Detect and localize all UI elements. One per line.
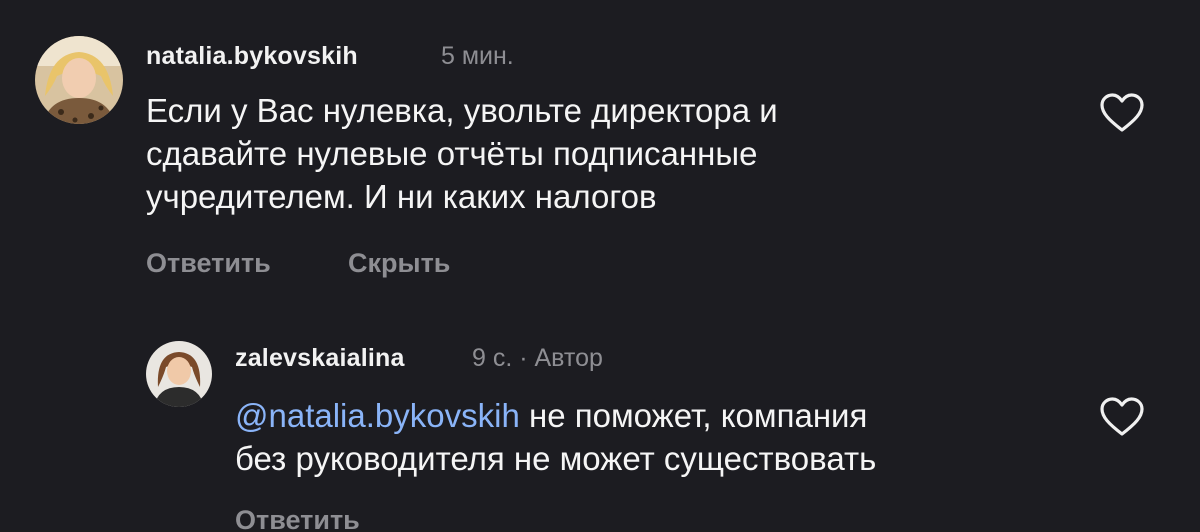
reply-username[interactable]: zalevskaialina: [235, 344, 405, 373]
user-photo-icon: [35, 36, 123, 124]
reply-line: @natalia.bykovskih не поможет, компания: [235, 394, 876, 437]
reply-body: @natalia.bykovskih не поможет, компания …: [235, 394, 876, 480]
mention-link[interactable]: @natalia.bykovskih: [235, 397, 520, 434]
user-photo-icon: [146, 341, 212, 407]
like-button[interactable]: [1099, 396, 1145, 438]
like-button[interactable]: [1099, 92, 1145, 134]
reply-meta: 9 с. · Автор: [472, 344, 603, 372]
comment-username[interactable]: natalia.bykovskih: [146, 42, 358, 71]
comment-timestamp: 5 мин.: [441, 42, 514, 70]
reply-button[interactable]: Ответить: [146, 248, 271, 279]
hide-button[interactable]: Скрыть: [348, 248, 450, 279]
comment-line: учредителем. И ни каких налогов: [146, 178, 657, 215]
heart-icon: [1100, 93, 1144, 132]
avatar-natalia[interactable]: [35, 36, 123, 124]
reply-button[interactable]: Ответить: [235, 505, 360, 532]
comment-line: сдавайте нулевые отчёты подписанные: [146, 135, 758, 172]
comment-line: Если у Вас нулевка, увольте директора и: [146, 92, 778, 129]
reply-text: не поможет, компания: [519, 397, 868, 434]
comment-body: Если у Вас нулевка, увольте директора и …: [146, 89, 778, 218]
reply-line: без руководителя не может существовать: [235, 440, 877, 477]
heart-icon: [1100, 397, 1144, 436]
avatar-zalevskaialina[interactable]: [146, 341, 212, 407]
